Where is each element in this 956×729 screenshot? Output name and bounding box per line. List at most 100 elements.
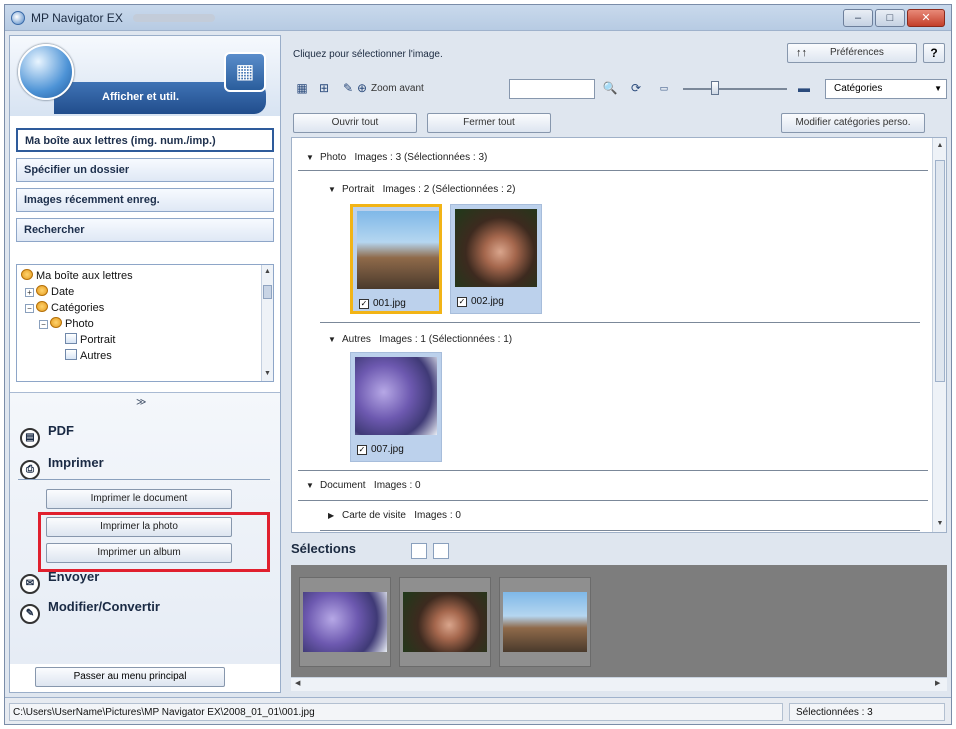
content-scroll-thumb[interactable] xyxy=(935,160,945,382)
divider xyxy=(298,470,928,471)
file-path: C:\Users\UserName\Pictures\MP Navigator … xyxy=(9,703,783,721)
divider xyxy=(18,479,270,480)
collapsed-icon[interactable]: ▶ xyxy=(328,511,342,520)
scroll-down-icon[interactable]: ▼ xyxy=(263,369,272,378)
selections-label: Sélections xyxy=(291,541,357,556)
zoom-in-label[interactable]: Zoom avant xyxy=(371,83,424,94)
action-send[interactable]: ✉ Envoyer xyxy=(20,569,99,594)
photo-image xyxy=(503,592,587,652)
action-edit-convert[interactable]: ✎ Modifier/Convertir xyxy=(20,599,160,624)
app-window: MP Navigator EX – □ ✕ Afficher et util. … xyxy=(4,4,952,725)
tree-scrollbar[interactable]: ▲ ▼ xyxy=(261,265,273,381)
slider-knob[interactable] xyxy=(711,81,719,95)
maximize-button[interactable]: □ xyxy=(875,9,905,27)
scroll-down-icon[interactable]: ▼ xyxy=(935,520,945,527)
view-use-icon xyxy=(18,44,74,100)
tree-portrait[interactable]: Portrait xyxy=(65,333,115,346)
scroll-right-icon[interactable]: ▶ xyxy=(935,679,940,687)
photo-image xyxy=(357,211,439,289)
thumbnail-view-icon[interactable]: ▦ xyxy=(293,79,311,97)
photo-image xyxy=(303,592,387,652)
file-name: 001.jpg xyxy=(373,298,406,309)
tree-categories[interactable]: − Catégories xyxy=(25,301,104,314)
divider xyxy=(298,170,928,171)
view-use-label: Afficher et util. xyxy=(102,91,180,103)
expand-icon[interactable]: + xyxy=(25,288,34,297)
photo-image xyxy=(455,209,537,287)
nav-recent-images[interactable]: Images récemment enreg. xyxy=(16,188,274,212)
group-others[interactable]: ▼ Autres Images : 1 (Sélectionnées : 1) xyxy=(328,334,512,345)
folder-tree: Ma boîte aux lettres + Date − Catégories −… xyxy=(16,264,274,382)
thumbnail-001[interactable]: ✓ 001.jpg xyxy=(350,204,442,314)
title-bar: MP Navigator EX – □ ✕ xyxy=(5,5,951,31)
mailbox-icon xyxy=(21,269,33,280)
nav-search[interactable]: Rechercher xyxy=(16,218,274,242)
selected-thumbnail-001[interactable] xyxy=(499,577,591,667)
selected-thumbnail-002[interactable] xyxy=(399,577,491,667)
others-icon xyxy=(65,349,77,360)
group-portrait[interactable]: ▼ Portrait Images : 2 (Sélectionnées : 2) xyxy=(328,184,515,195)
group-business-card[interactable]: ▶ Carte de visite Images : 0 xyxy=(328,510,461,521)
edit-categories-button[interactable]: Modifier catégories perso. xyxy=(781,113,925,133)
blurred-title-suffix xyxy=(133,14,215,22)
action-pdf[interactable]: ▤ PDF xyxy=(20,423,74,448)
scroll-up-icon[interactable]: ▲ xyxy=(263,267,272,276)
scroll-left-icon[interactable]: ◀ xyxy=(295,679,300,687)
divider xyxy=(298,500,928,501)
action-print[interactable]: ⎙ Imprimer xyxy=(20,455,104,480)
status-bar: C:\Users\UserName\Pictures\MP Navigator … xyxy=(5,697,951,724)
view-use-header: Afficher et util. ▦ xyxy=(10,36,280,116)
expanded-icon[interactable]: ▼ xyxy=(306,153,320,162)
category-select[interactable]: Catégories ▼ xyxy=(825,79,947,99)
scroll-up-icon[interactable]: ▲ xyxy=(935,142,945,149)
checkbox-checked[interactable]: ✓ xyxy=(357,445,367,455)
content-scrollbar[interactable]: ▲ ▼ xyxy=(932,138,946,532)
file-name: 007.jpg xyxy=(371,444,404,455)
tree-scroll-thumb[interactable] xyxy=(263,285,272,299)
tree-photo[interactable]: − Photo xyxy=(39,317,94,330)
collapse-icon[interactable]: − xyxy=(25,304,34,313)
tree-date[interactable]: + Date xyxy=(25,285,74,298)
selected-thumbnail-007[interactable] xyxy=(299,577,391,667)
grid-view-icon[interactable] xyxy=(411,543,427,559)
open-all-button[interactable]: Ouvrir tout xyxy=(293,113,417,133)
checkbox-checked[interactable]: ✓ xyxy=(457,297,467,307)
checkbox-checked[interactable]: ✓ xyxy=(359,299,369,309)
grid-view-icon[interactable]: ⊞ xyxy=(315,79,333,97)
minimize-button[interactable]: – xyxy=(843,9,873,27)
nav-mailbox[interactable]: Ma boîte aux lettres (img. num./imp.) xyxy=(16,128,274,152)
small-size-icon[interactable]: ▭ xyxy=(655,79,673,97)
zoom-in-icon[interactable]: ⊕ xyxy=(353,79,371,97)
printer-icon: ⎙ xyxy=(20,460,40,480)
divider xyxy=(320,322,920,323)
preferences-button[interactable]: ↑↑ Préférences xyxy=(787,43,917,63)
thumbnail-size-slider[interactable] xyxy=(683,81,787,95)
tray-scrollbar[interactable]: ◀ ▶ xyxy=(291,677,947,691)
expanded-icon[interactable]: ▼ xyxy=(328,335,342,344)
collapse-icon[interactable]: − xyxy=(39,320,48,329)
thumbnail-002[interactable]: ✓ 002.jpg xyxy=(450,204,542,314)
portrait-icon xyxy=(65,333,77,344)
search-input[interactable] xyxy=(509,79,595,99)
tree-others[interactable]: Autres xyxy=(65,349,112,362)
close-all-button[interactable]: Fermer tout xyxy=(427,113,551,133)
date-icon xyxy=(36,285,48,296)
refresh-icon[interactable]: ⟳ xyxy=(627,79,645,97)
help-button[interactable]: ? xyxy=(923,43,945,63)
window-title: MP Navigator EX xyxy=(31,11,123,25)
close-button[interactable]: ✕ xyxy=(907,9,945,27)
group-photo[interactable]: ▼ Photo Images : 3 (Sélectionnées : 3) xyxy=(306,152,487,163)
main-menu-button[interactable]: Passer au menu principal xyxy=(35,667,225,687)
search-icon[interactable]: 🔍 xyxy=(601,79,619,97)
expanded-icon[interactable]: ▼ xyxy=(328,185,342,194)
file-name: 002.jpg xyxy=(471,296,504,307)
collapse-chevron-icon[interactable]: ≫ xyxy=(136,397,146,408)
print-document-button[interactable]: Imprimer le document xyxy=(46,489,232,509)
expanded-icon[interactable]: ▼ xyxy=(306,481,320,490)
large-size-icon[interactable]: ▬ xyxy=(795,79,813,97)
list-view-icon[interactable] xyxy=(433,543,449,559)
group-document[interactable]: ▼ Document Images : 0 xyxy=(306,480,421,491)
tree-mailbox[interactable]: Ma boîte aux lettres xyxy=(21,269,133,282)
nav-specify-folder[interactable]: Spécifier un dossier xyxy=(16,158,274,182)
thumbnail-007[interactable]: ✓ 007.jpg xyxy=(350,352,442,462)
